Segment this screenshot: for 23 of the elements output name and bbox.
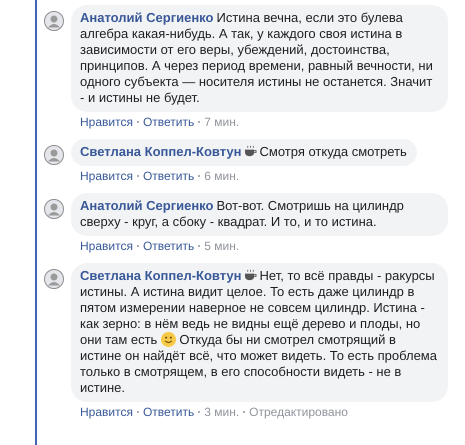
action-link[interactable]: Нравится xyxy=(80,405,133,419)
author-link[interactable]: Анатолий Сергиенко xyxy=(80,198,214,213)
avatar[interactable] xyxy=(44,269,64,289)
avatar[interactable] xyxy=(44,11,64,31)
comment-text: Светлана Коппел-Ковтун Нет, то всё правды - ракурсы истины. А истина видит целое. То есть даже цилиндр в пятом измерении наверное не совсем цилиндр. Истина - как зерно: в нём ведь не видны ещё дерево и плоды, но они там есть Откуда бы ни смотрел смотрящий в истине он найдёт всё, что может видеть. То есть проблема только в смотрящем, в его способности видеть - не в истине. xyxy=(80,268,438,396)
author-link[interactable]: Анатолий Сергиенко xyxy=(80,10,214,25)
comment-text: Анатолий Сергиенко Истина вечна, если это булева алгебра какая-нибудь. А так, у каждого своя истина в зависимости от его веры, убеждений, достоинства, принципов. А через период времени, равный вечности, ни одного субъекта — носителя истины не останется. Значит - и истины не будет. xyxy=(80,10,434,106)
author-link[interactable]: Светлана Коппел-Ковтун xyxy=(80,268,242,283)
coffee-cup-icon xyxy=(244,145,257,157)
comment-text: Анатолий Сергиенко Вот-вот. Смотришь на цилиндр сверху - круг, а сбоку - квадрат. И то, и то истина. xyxy=(80,198,405,230)
action-link[interactable]: Нравится xyxy=(80,115,133,129)
avatar[interactable] xyxy=(44,145,64,165)
smiley-icon xyxy=(161,332,176,347)
coffee-cup-icon xyxy=(244,269,257,281)
author-link[interactable]: Светлана Коппел-Ковтун xyxy=(80,144,242,159)
action-link[interactable]: Ответить xyxy=(142,405,194,419)
avatar[interactable] xyxy=(44,199,64,219)
action-link[interactable]: Нравится xyxy=(80,169,133,183)
action-link[interactable]: Ответить xyxy=(142,239,194,253)
comment-text: Светлана Коппел-Ковтун Смотря откуда смотреть xyxy=(80,144,407,160)
action-link[interactable]: Нравится xyxy=(80,239,133,253)
action-link[interactable]: Ответить xyxy=(142,115,194,129)
action-link[interactable]: Ответить xyxy=(142,169,194,183)
